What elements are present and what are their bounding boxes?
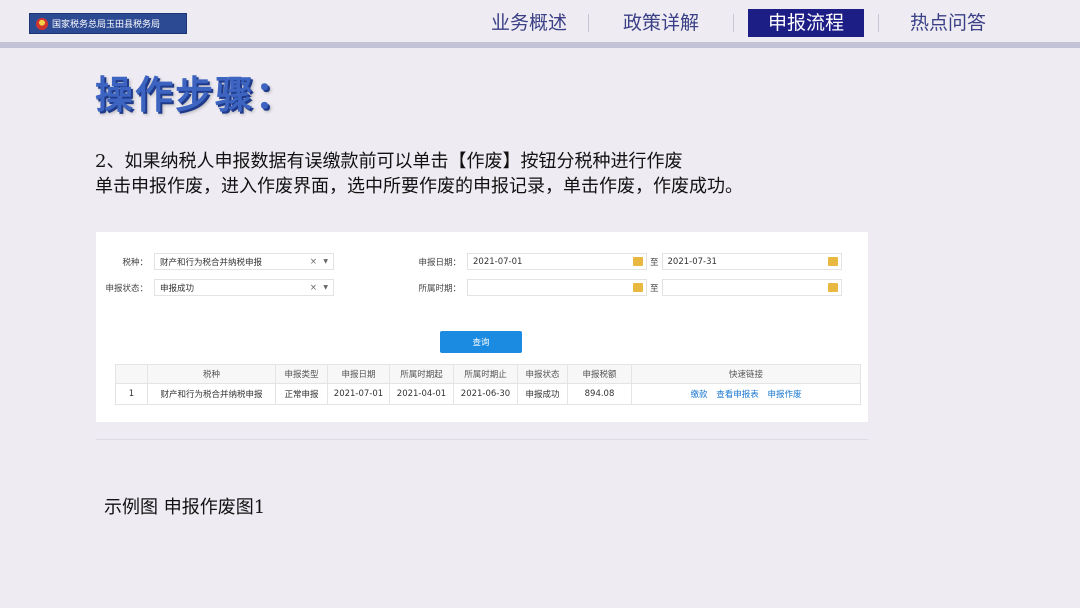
- status-row: 申报状态： 申报成功 × ▼: [96, 279, 334, 296]
- declare-date-label: 申报日期：: [418, 257, 461, 268]
- calendar-icon[interactable]: [827, 257, 838, 266]
- column-header-amount: 申报税额: [567, 364, 632, 384]
- declare-date-to-value: 2021-07-31: [667, 256, 717, 267]
- column-header-status: 申报状态: [517, 364, 568, 384]
- instruction-line-1: 2、如果纳税人申报数据有误缴款前可以单击【作废】按钮分税种进行作废: [95, 151, 683, 172]
- declare-date-from-value: 2021-07-01: [473, 256, 523, 267]
- calendar-icon[interactable]: [633, 283, 643, 292]
- status-select[interactable]: 申报成功 × ▼: [154, 279, 334, 296]
- logo-text: 国家税务总局玉田县税务局: [52, 20, 161, 30]
- top-nav: 业务概述 政策详解 申报流程 热点问答: [470, 9, 1017, 37]
- column-header-quick-links: 快速链接: [631, 364, 861, 384]
- row-amount: 894.08: [567, 383, 632, 405]
- section-divider: [96, 439, 868, 440]
- nav-divider: [733, 14, 734, 32]
- nav-tab-hot-qa[interactable]: 热点问答: [879, 9, 1017, 37]
- tax-type-label: 税种：: [122, 257, 148, 268]
- row-period-end: 2021-06-30: [453, 383, 518, 405]
- view-declaration-link[interactable]: 查看申报表: [716, 390, 759, 400]
- figure-caption: 示例图 申报作废图1: [104, 497, 266, 518]
- column-header-tax-type: 税种: [147, 364, 276, 384]
- tax-bureau-logo: 国家税务总局玉田县税务局: [29, 13, 187, 34]
- column-header-declare-type: 申报类型: [275, 364, 328, 384]
- period-row: 所属时期： 至: [409, 279, 842, 296]
- status-value: 申报成功: [160, 283, 195, 294]
- range-to-label: 至: [650, 283, 659, 294]
- instruction-line-2: 单击申报作废，进入作废界面，选中所要作废的申报记录，单击作废，作废成功。: [95, 176, 743, 197]
- void-declaration-screenshot: 税种： 财产和行为税合并纳税申报 × ▼ 申报状态： 申报成功 × ▼ 申报日期…: [96, 232, 868, 422]
- status-label: 申报状态：: [105, 283, 148, 294]
- period-label: 所属时期：: [418, 283, 461, 294]
- declare-date-to-input[interactable]: 2021-07-31: [661, 253, 842, 270]
- table-header-row: 税种 申报类型 申报日期 所属时期起 所属时期止 申报状态 申报税额 快速链接: [115, 364, 861, 384]
- declare-date-from-input[interactable]: 2021-07-01: [467, 253, 647, 270]
- calendar-icon[interactable]: [827, 283, 838, 292]
- header-divider-bar: [0, 42, 1080, 48]
- clear-icon[interactable]: ×: [310, 283, 317, 293]
- column-header-period-end: 所属时期止: [453, 364, 518, 384]
- nav-tab-declaration-process[interactable]: 申报流程: [748, 9, 864, 37]
- nav-tab-policy-details[interactable]: 政策详解: [589, 9, 733, 37]
- tax-type-select[interactable]: 财产和行为税合并纳税申报 × ▼: [154, 253, 334, 270]
- row-period-start: 2021-04-01: [389, 383, 454, 405]
- column-header-index: [115, 364, 148, 384]
- period-from-input[interactable]: [467, 279, 647, 296]
- calendar-icon[interactable]: [633, 257, 643, 266]
- page-title: 操作步骤：: [95, 73, 296, 117]
- column-header-period-start: 所属时期起: [389, 364, 454, 384]
- row-declare-type: 正常申报: [275, 383, 328, 405]
- chevron-down-icon[interactable]: ▼: [323, 258, 328, 265]
- column-header-declare-date: 申报日期: [327, 364, 390, 384]
- row-declare-date: 2021-07-01: [327, 383, 390, 405]
- period-to-input[interactable]: [661, 279, 842, 296]
- row-tax-type: 财产和行为税合并纳税申报: [147, 383, 276, 405]
- declare-date-row: 申报日期： 2021-07-01 至 2021-07-31: [409, 253, 842, 270]
- declaration-records-table: 税种 申报类型 申报日期 所属时期起 所属时期止 申报状态 申报税额 快速链接 …: [115, 364, 861, 405]
- row-index: 1: [115, 383, 148, 405]
- table-row[interactable]: 1 财产和行为税合并纳税申报 正常申报 2021-07-01 2021-04-0…: [115, 383, 861, 405]
- query-button[interactable]: 查询: [440, 331, 522, 353]
- range-to-label: 至: [650, 257, 659, 268]
- pay-link[interactable]: 缴款: [691, 390, 708, 400]
- tax-type-row: 税种： 财产和行为税合并纳税申报 × ▼: [96, 253, 334, 270]
- chevron-down-icon[interactable]: ▼: [323, 284, 328, 291]
- row-quick-links: 缴款 查看申报表 申报作废: [631, 383, 861, 405]
- tax-emblem-icon: [36, 17, 48, 30]
- row-status: 申报成功: [517, 383, 568, 405]
- nav-tab-business-overview[interactable]: 业务概述: [470, 9, 588, 37]
- tax-type-value: 财产和行为税合并纳税申报: [160, 257, 263, 268]
- clear-icon[interactable]: ×: [310, 257, 317, 267]
- void-declaration-link[interactable]: 申报作废: [767, 390, 801, 400]
